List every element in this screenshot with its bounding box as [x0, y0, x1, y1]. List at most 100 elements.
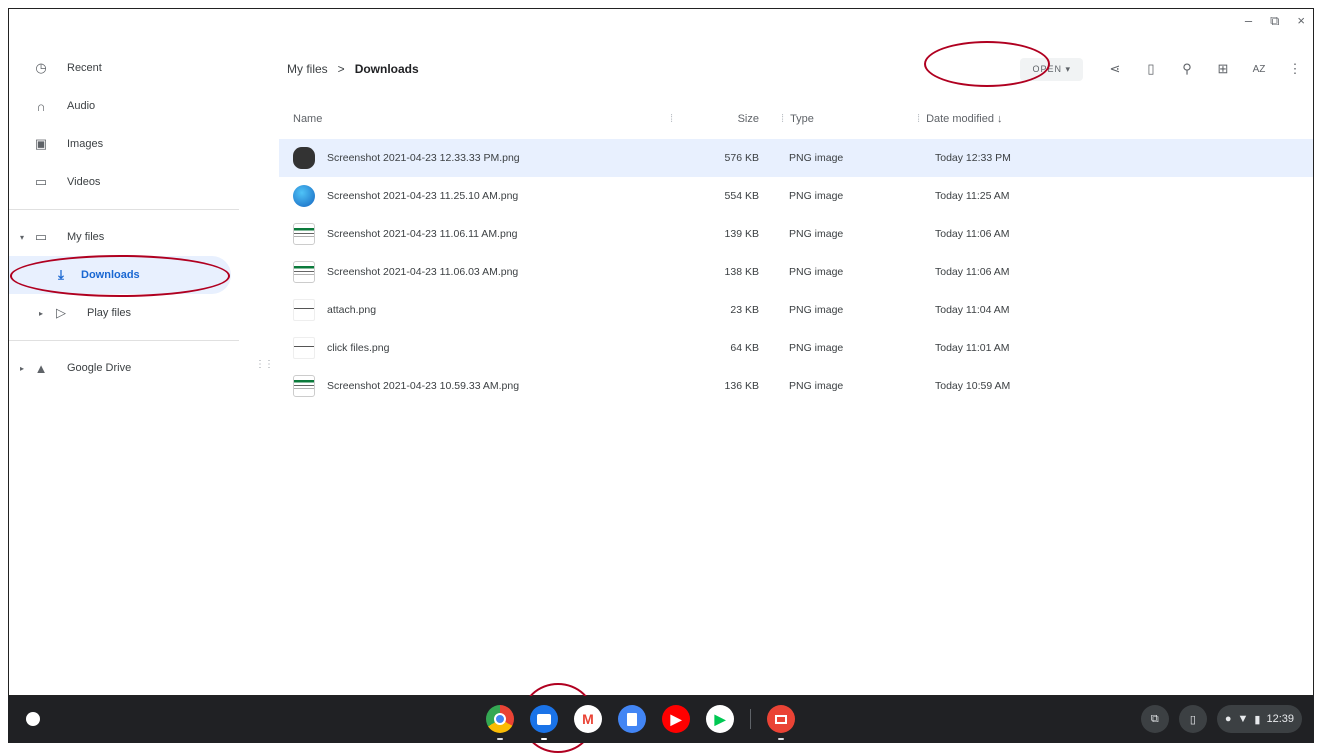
- breadcrumb: My files > Downloads: [287, 62, 419, 76]
- file-size: 554 KB: [724, 190, 759, 202]
- sidebar-item-videos[interactable]: ▭ Videos: [9, 163, 241, 201]
- expand-caret-icon[interactable]: ▾: [20, 233, 24, 242]
- file-type: PNG image: [789, 380, 844, 392]
- drive-icon: ▲: [34, 360, 48, 376]
- gmail-icon[interactable]: M: [574, 705, 602, 733]
- sidebar: ◷ Recent ∩ Audio ▣ Images ▭ Videos ▾ ▭ M…: [9, 49, 241, 387]
- table-row[interactable]: Screenshot 2021-04-23 11.25.10 AM.png 554…: [279, 177, 1313, 215]
- sidebar-item-label: Downloads: [81, 269, 140, 281]
- sidebar-item-google-drive[interactable]: ▸ ▲ Google Drive: [9, 349, 241, 387]
- clock-time: 12:39: [1266, 713, 1294, 725]
- system-tray: ⧉ ▯ ● ▼ ▮ 12:39: [1140, 705, 1302, 733]
- minimize-icon[interactable]: –: [1245, 13, 1252, 29]
- restore-icon[interactable]: ⧉: [1270, 13, 1279, 29]
- sidebar-item-my-files[interactable]: ▾ ▭ My files: [9, 218, 241, 256]
- header-type-label: Type: [790, 113, 814, 125]
- header-name[interactable]: Name ⁞: [279, 113, 683, 125]
- file-name: click files.png: [327, 342, 390, 354]
- table-row[interactable]: Screenshot 2021-04-23 11.06.03 AM.png 138…: [279, 253, 1313, 291]
- topbar: My files > Downloads OPEN ▾ ⋖ ▯ ⚲ ⊞ AZ ⋮: [279, 49, 1313, 89]
- holding-space-icon[interactable]: ⧉: [1140, 705, 1169, 733]
- docs-icon[interactable]: [618, 705, 646, 733]
- more-options-icon[interactable]: ⋮: [1287, 61, 1303, 77]
- youtube-icon[interactable]: ▶: [662, 705, 690, 733]
- files-icon[interactable]: [530, 705, 558, 740]
- column-resize-icon[interactable]: ⁞: [670, 113, 673, 125]
- delete-icon[interactable]: ▯: [1143, 61, 1159, 77]
- table-row[interactable]: attach.png 23 KB PNG image Today 11:04 AM: [279, 291, 1313, 329]
- sidebar-item-images[interactable]: ▣ Images: [9, 125, 241, 163]
- file-date: Today 11:06 AM: [935, 228, 1010, 240]
- breadcrumb-current[interactable]: Downloads: [355, 62, 419, 76]
- sidebar-item-label: Images: [67, 138, 104, 150]
- slides-icon[interactable]: [767, 705, 795, 740]
- battery-icon: ▮: [1254, 713, 1261, 726]
- file-thumbnail-icon: [293, 337, 315, 359]
- headphones-icon: ∩: [36, 98, 46, 114]
- sidebar-divider: [9, 340, 239, 341]
- column-resize-icon[interactable]: ⁞: [781, 113, 784, 125]
- search-icon[interactable]: ⚲: [1179, 61, 1195, 77]
- file-thumbnail-icon: [293, 185, 315, 207]
- header-date[interactable]: ⁞ Date modified ↓: [911, 113, 1003, 125]
- file-name-cell: attach.png: [279, 299, 683, 321]
- file-name: Screenshot 2021-04-23 12.33.33 PM.png: [327, 152, 520, 164]
- file-name-cell: Screenshot 2021-04-23 11.25.10 AM.png: [279, 185, 683, 207]
- file-thumbnail-icon: [293, 299, 315, 321]
- table-row[interactable]: click files.png 64 KB PNG image Today 11:01…: [279, 329, 1313, 367]
- expand-caret-icon[interactable]: ▸: [39, 309, 43, 318]
- grid-view-icon[interactable]: ⊞: [1215, 61, 1231, 77]
- phone-hub-icon[interactable]: ▯: [1178, 705, 1207, 733]
- file-size: 138 KB: [724, 266, 759, 278]
- table-row[interactable]: Screenshot 2021-04-23 11.06.11 AM.png 139…: [279, 215, 1313, 253]
- chrome-icon[interactable]: [486, 705, 514, 740]
- file-name: Screenshot 2021-04-23 11.06.11 AM.png: [327, 228, 518, 240]
- play-icon: ▷: [56, 305, 66, 320]
- file-type: PNG image: [789, 304, 844, 316]
- sidebar-item-label: My files: [67, 231, 105, 243]
- file-name: attach.png: [327, 304, 377, 316]
- table-row[interactable]: Screenshot 2021-04-23 10.59.33 AM.png 136…: [279, 367, 1313, 405]
- file-type: PNG image: [789, 190, 844, 202]
- expand-caret-icon[interactable]: ▸: [20, 364, 24, 373]
- download-icon: ⤓: [58, 267, 64, 282]
- sidebar-item-recent[interactable]: ◷ Recent: [9, 49, 241, 87]
- breadcrumb-root[interactable]: My files: [287, 62, 328, 76]
- video-icon: ▭: [34, 174, 48, 189]
- sidebar-item-audio[interactable]: ∩ Audio: [9, 87, 241, 125]
- file-size: 23 KB: [730, 304, 759, 316]
- shelf-separator: [750, 709, 751, 729]
- toolbar: OPEN ▾ ⋖ ▯ ⚲ ⊞ AZ ⋮: [1020, 49, 1303, 89]
- sidebar-item-play-files[interactable]: ▸ ▷ Play files: [9, 294, 241, 332]
- sort-icon[interactable]: AZ: [1251, 61, 1267, 77]
- open-button[interactable]: OPEN ▾: [1020, 57, 1083, 81]
- shelf-apps: M ▶ ▶: [486, 705, 795, 740]
- file-name-cell: Screenshot 2021-04-23 11.06.03 AM.png: [279, 261, 683, 283]
- column-resize-icon[interactable]: ⁞: [917, 113, 920, 125]
- header-size[interactable]: Size: [683, 113, 775, 125]
- file-size: 139 KB: [724, 228, 759, 240]
- notification-icon: ●: [1224, 713, 1232, 725]
- play-store-icon[interactable]: ▶: [706, 705, 734, 733]
- launcher-icon[interactable]: [26, 712, 40, 726]
- file-date: Today 11:04 AM: [935, 304, 1010, 316]
- file-size: 64 KB: [730, 342, 759, 354]
- status-area[interactable]: ● ▼ ▮ 12:39: [1216, 705, 1302, 733]
- table-header: Name ⁞ Size ⁞ Type ⁞ Date modified ↓: [279, 99, 1313, 139]
- sidebar-resize-handle[interactable]: ⋮⋮: [255, 359, 274, 370]
- file-thumbnail-icon: [293, 147, 315, 169]
- header-size-label: Size: [737, 113, 759, 125]
- close-icon[interactable]: ×: [1297, 13, 1305, 29]
- file-name: Screenshot 2021-04-23 11.06.03 AM.png: [327, 266, 519, 278]
- table-row[interactable]: Screenshot 2021-04-23 12.33.33 PM.png 576…: [279, 139, 1313, 177]
- file-thumbnail-icon: [293, 375, 315, 397]
- header-date-label: Date modified ↓: [926, 113, 1003, 125]
- share-icon[interactable]: ⋖: [1107, 61, 1123, 77]
- file-type: PNG image: [789, 228, 844, 240]
- sidebar-item-downloads[interactable]: ⤓ Downloads: [9, 256, 231, 294]
- file-date: Today 12:33 PM: [935, 152, 1011, 164]
- header-type[interactable]: ⁞ Type: [775, 113, 911, 125]
- table-body: Screenshot 2021-04-23 12.33.33 PM.png 576…: [279, 139, 1313, 405]
- file-name-cell: click files.png: [279, 337, 683, 359]
- file-type: PNG image: [789, 152, 844, 164]
